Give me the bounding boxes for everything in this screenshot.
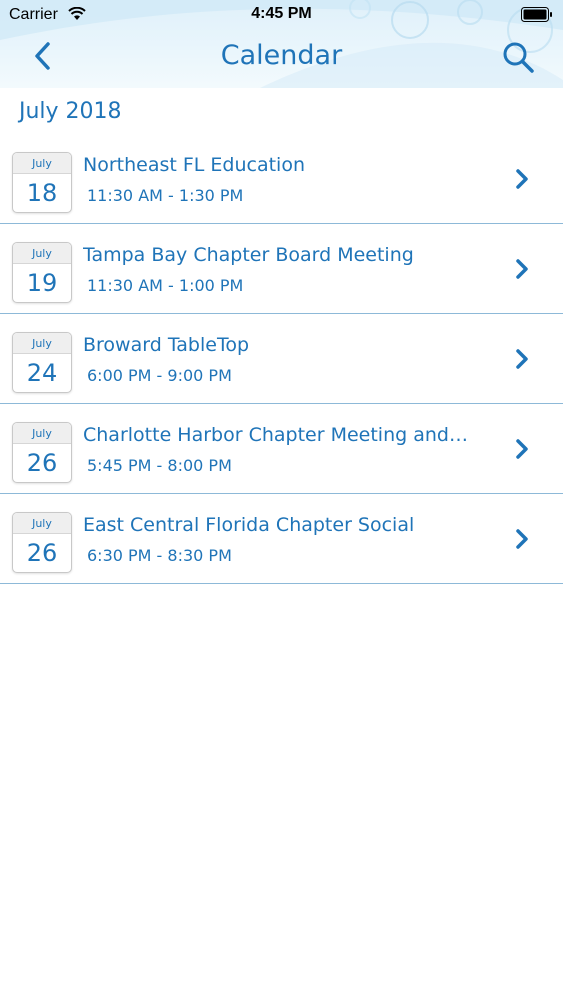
chevron-right-icon (516, 439, 528, 459)
event-row[interactable]: July 24 Broward TableTop 6:00 PM - 9:00 … (0, 314, 563, 404)
event-day: 18 (26, 179, 58, 207)
event-month: July (13, 333, 71, 354)
event-month: July (13, 153, 71, 174)
event-day: 19 (26, 269, 58, 297)
event-row[interactable]: July 19 Tampa Bay Chapter Board Meeting … (0, 224, 563, 314)
status-time: 4:45 PM (251, 5, 312, 22)
chevron-right-icon (516, 529, 528, 549)
calendar-date-icon: July 26 (12, 512, 72, 573)
event-title: Tampa Bay Chapter Board Meeting (83, 244, 414, 266)
event-time: 11:30 AM - 1:00 PM (87, 276, 244, 295)
event-row[interactable]: July 26 East Central Florida Chapter Soc… (0, 494, 563, 584)
event-time: 6:30 PM - 8:30 PM (87, 546, 232, 565)
chevron-right-icon (516, 169, 528, 189)
event-list: July 18 Northeast FL Education 11:30 AM … (0, 134, 563, 584)
calendar-date-icon: July 26 (12, 422, 72, 483)
event-title: Charlotte Harbor Chapter Meeting and… (83, 424, 468, 446)
event-time: 6:00 PM - 9:00 PM (87, 366, 232, 385)
battery-icon (521, 7, 552, 22)
event-title: East Central Florida Chapter Social (83, 514, 415, 536)
calendar-date-icon: July 24 (12, 332, 72, 393)
page-title: Calendar (220, 40, 343, 71)
event-day: 26 (26, 449, 58, 477)
event-title: Broward TableTop (83, 334, 250, 356)
event-day: 26 (26, 539, 58, 567)
status-bar: Carrier 4:45 PM (0, 0, 563, 30)
event-month: July (13, 513, 71, 534)
chevron-right-icon (516, 349, 528, 369)
event-month: July (13, 423, 71, 444)
event-month: July (13, 243, 71, 264)
event-time: 11:30 AM - 1:30 PM (87, 186, 244, 205)
navigation-header: Carrier 4:45 PM Calendar (0, 0, 563, 88)
month-section-header: July 2018 (19, 99, 122, 124)
event-time: 5:45 PM - 8:00 PM (87, 456, 232, 475)
chevron-right-icon (516, 259, 528, 279)
calendar-date-icon: July 18 (12, 152, 72, 213)
event-day: 24 (26, 359, 58, 387)
event-row[interactable]: July 26 Charlotte Harbor Chapter Meeting… (0, 404, 563, 494)
search-icon[interactable] (501, 40, 535, 74)
event-title: Northeast FL Education (83, 154, 306, 176)
event-row[interactable]: July 18 Northeast FL Education 11:30 AM … (0, 134, 563, 224)
calendar-date-icon: July 19 (12, 242, 72, 303)
